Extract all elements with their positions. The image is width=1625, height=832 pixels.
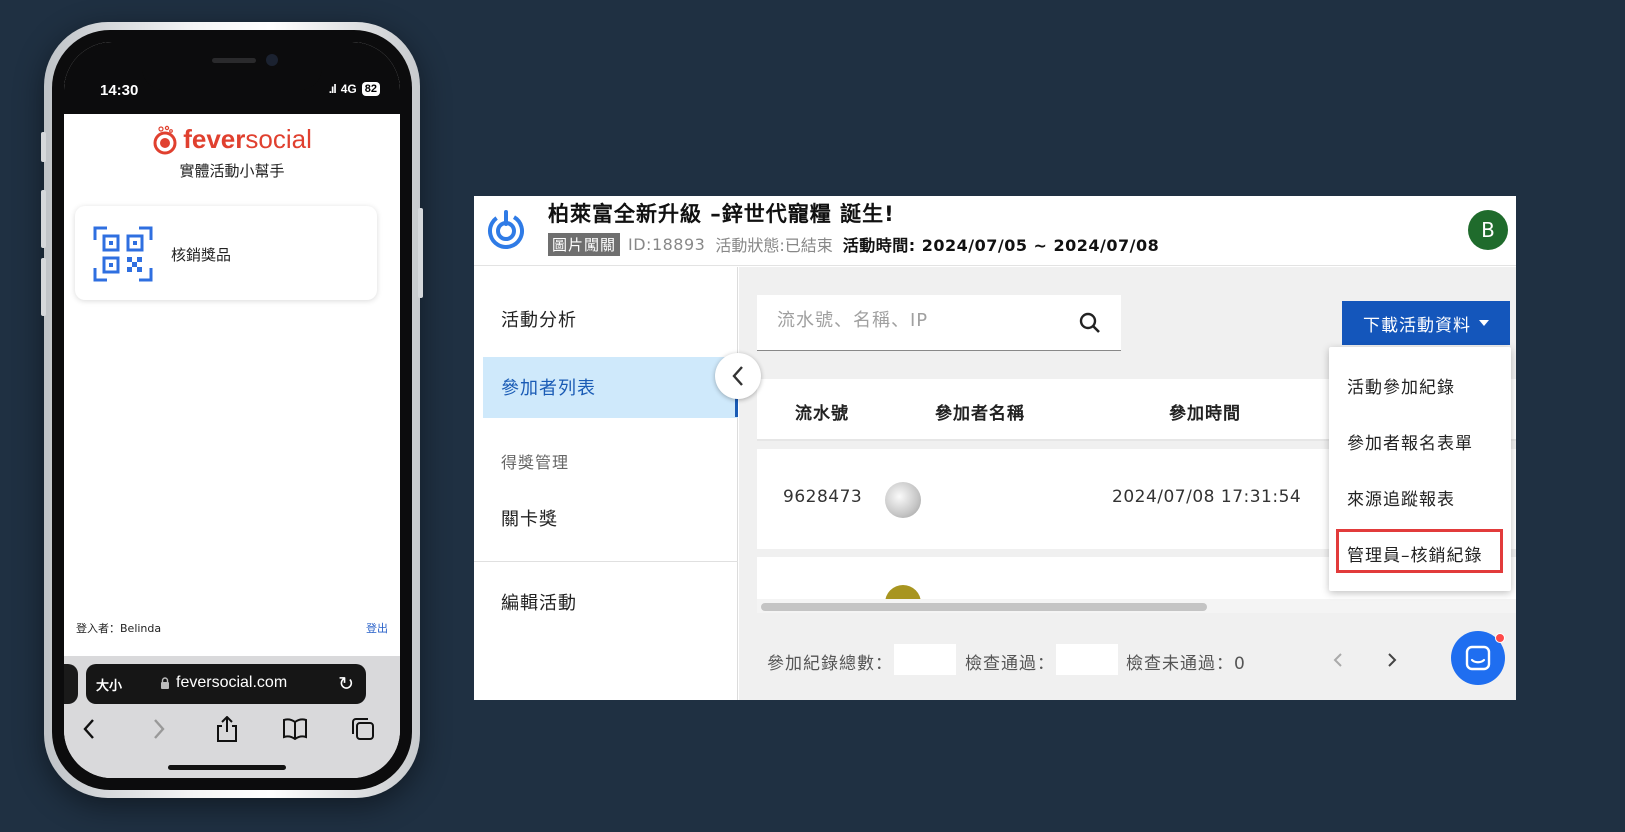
menu-item-activity-log[interactable]: 活動參加紀錄 — [1347, 373, 1455, 398]
feversocial-logo: feversocial — [64, 124, 400, 155]
phone-power-button — [418, 208, 423, 298]
feversocial-logo-icon — [153, 125, 177, 154]
sidebar-item-analysis[interactable]: 活動分析 — [501, 306, 577, 332]
menu-item-registration-form[interactable]: 參加者報名表單 — [1347, 429, 1473, 454]
check-passed-label: 檢查通過： — [965, 654, 1055, 674]
status-time: 14:30 — [100, 82, 139, 99]
chevron-left-icon — [1333, 653, 1342, 667]
qr-code-icon — [93, 226, 153, 282]
column-participant-name[interactable]: 參加者名稱 — [935, 399, 1025, 424]
chevron-left-icon — [732, 366, 743, 386]
caret-down-icon — [1479, 320, 1489, 326]
phone-silent-switch — [41, 132, 46, 162]
chevron-right-icon — [1388, 653, 1397, 667]
menu-item-admin-redemption-log[interactable]: 管理員–核銷紀錄 — [1347, 541, 1483, 566]
search-input[interactable] — [775, 309, 1065, 332]
redeem-prize-label: 核銷獎品 — [171, 246, 232, 264]
phone-mockup: 14:30 .ıl 4G 82 feversocial 實體活動小幫手 核銷獎品… — [41, 22, 423, 798]
status-bar: 14:30 .ıl 4G 82 — [64, 42, 400, 114]
notch — [142, 42, 322, 90]
download-event-data-button[interactable]: 下載活動資料 — [1342, 301, 1510, 345]
sidebar-item-participants-label: 參加者列表 — [501, 378, 596, 399]
notification-dot — [1495, 633, 1505, 643]
user-avatar[interactable]: B — [1468, 210, 1508, 250]
network-label: 4G — [340, 82, 357, 96]
collapse-sidebar-button[interactable] — [715, 353, 761, 399]
back-icon[interactable] — [74, 714, 104, 744]
row-join-time: 2024/07/08 17:31:54 — [1112, 487, 1302, 507]
chat-support-button[interactable] — [1451, 631, 1505, 685]
check-passed-value — [1056, 644, 1118, 675]
event-admin-window: 柏萊富全新升級 –鋅世代寵糧 誕生! 圖片闖關 ID:18893 活動狀態:已結… — [474, 196, 1516, 700]
safari-toolbar: 大小 feversocial.com ↻ — [64, 656, 400, 778]
signal-icon: .ıl — [328, 82, 337, 96]
address-bar[interactable]: 大小 feversocial.com ↻ — [86, 664, 366, 704]
search-icon[interactable] — [1079, 312, 1101, 334]
text-size-button[interactable]: 大小 — [96, 675, 122, 694]
event-status: 活動狀態:已結束 — [715, 236, 833, 255]
logged-in-user: 登入者：Belinda — [76, 622, 162, 635]
reload-icon[interactable]: ↻ — [338, 673, 354, 696]
row-serial: 9628473 — [783, 487, 863, 507]
scrollbar-thumb[interactable] — [761, 603, 1207, 611]
event-type-badge: 圖片闖關 — [548, 232, 621, 256]
home-indicator — [168, 765, 286, 770]
total-records-value — [894, 644, 956, 675]
tabs-icon[interactable] — [348, 714, 378, 744]
previous-tab-stub[interactable] — [64, 664, 78, 704]
column-join-time[interactable]: 參加時間 — [1169, 399, 1241, 424]
next-page-button[interactable] — [1377, 645, 1407, 675]
event-id: ID:18893 — [628, 234, 706, 254]
logo-bold-text: fever — [183, 124, 246, 154]
download-button-label: 下載活動資料 — [1363, 315, 1471, 336]
sidebar-item-stage-award[interactable]: 關卡獎 — [501, 505, 558, 531]
total-records-label: 參加紀錄總數： — [767, 654, 893, 674]
feversocial-app-logo-icon — [488, 210, 524, 250]
battery-icon: 82 — [361, 82, 380, 96]
phone-screen: 14:30 .ıl 4G 82 feversocial 實體活動小幫手 核銷獎品… — [64, 42, 400, 778]
app-header: 柏萊富全新升級 –鋅世代寵糧 誕生! 圖片闖關 ID:18893 活動狀態:已結… — [474, 196, 1516, 266]
event-time: 活動時間: 2024/07/05 ~ 2024/07/08 — [842, 236, 1160, 255]
phone-bezel: 14:30 .ıl 4G 82 feversocial 實體活動小幫手 核銷獎品… — [52, 30, 412, 790]
participant-avatar — [885, 482, 921, 518]
sidebar: 活動分析 參加者列表 得獎管理 關卡獎 編輯活動 — [474, 267, 738, 700]
column-serial[interactable]: 流水號 — [795, 399, 849, 424]
sidebar-item-participants[interactable]: 參加者列表 — [483, 357, 738, 418]
download-dropdown-menu: 活動參加紀錄 參加者報名表單 來源追蹤報表 管理員–核銷紀錄 — [1329, 347, 1511, 591]
logo-light-text: social — [245, 124, 312, 154]
event-title: 柏萊富全新升級 –鋅世代寵糧 誕生! — [548, 202, 895, 226]
url-text: feversocial.com — [176, 674, 288, 691]
forward-icon[interactable] — [144, 714, 174, 744]
status-indicators: .ıl 4G 82 — [329, 82, 380, 96]
logout-link[interactable]: 登出 — [366, 620, 388, 636]
menu-item-source-tracking[interactable]: 來源追蹤報表 — [1347, 485, 1455, 510]
main-panel: 下載活動資料 流水號 參加者名稱 參加時間 9628473 2024/07/08… — [739, 267, 1516, 700]
share-icon[interactable] — [212, 714, 242, 744]
sidebar-group-awards: 得獎管理 — [501, 453, 570, 472]
table-footer: 參加紀錄總數： 檢查通過： 檢查未通過：0 — [739, 637, 1516, 681]
prev-page-button[interactable] — [1323, 645, 1353, 675]
app-subtitle: 實體活動小幫手 — [179, 162, 285, 180]
phone-volume-up — [41, 190, 46, 248]
chat-icon — [1465, 645, 1491, 671]
check-failed-label: 檢查未通過：0 — [1126, 654, 1246, 674]
lock-icon — [161, 677, 169, 689]
event-meta: 圖片闖關 ID:18893 活動狀態:已結束 活動時間: 2024/07/05 … — [548, 232, 1159, 256]
phone-volume-down — [41, 258, 46, 316]
search-box — [757, 295, 1121, 351]
horizontal-scrollbar[interactable] — [757, 599, 1516, 613]
sidebar-divider — [474, 561, 738, 562]
bookmarks-icon[interactable] — [280, 714, 310, 744]
sidebar-item-edit-event[interactable]: 編輯活動 — [501, 589, 577, 615]
browser-nav — [64, 714, 400, 754]
redeem-prize-card[interactable]: 核銷獎品 — [75, 206, 377, 300]
